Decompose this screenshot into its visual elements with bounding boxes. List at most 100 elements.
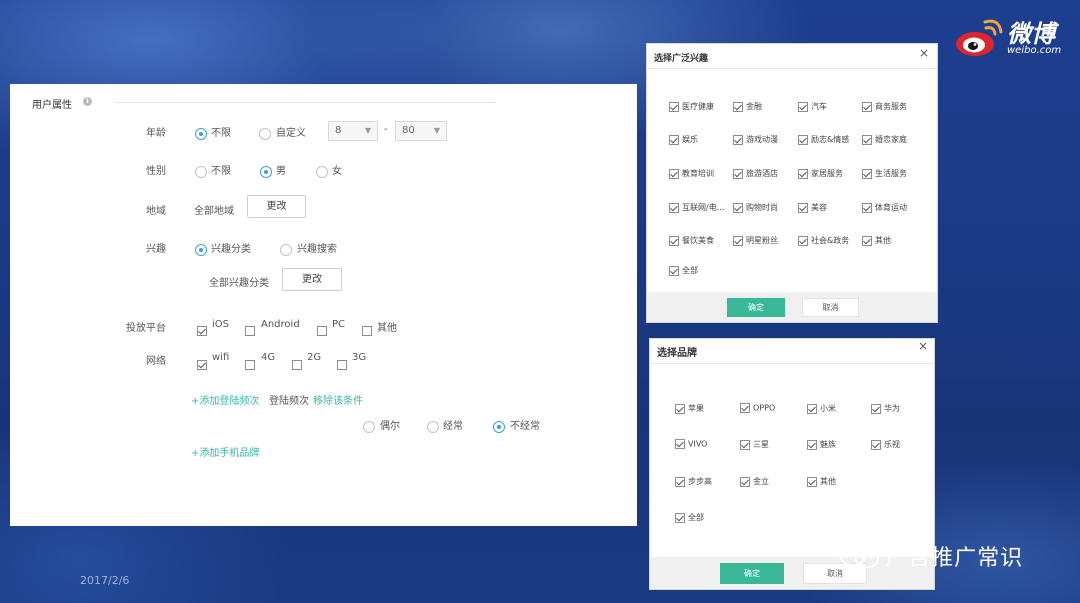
interest-dialog-footer: 确定 取消 — [647, 292, 937, 322]
brand-item[interactable]: 三星 — [740, 439, 769, 450]
interest-cancel-button[interactable]: 取消 — [802, 298, 859, 317]
interest-change-button[interactable]: 更改 — [282, 268, 342, 291]
brand-dialog-divider — [650, 363, 934, 364]
gender-female-label: 女 — [332, 166, 342, 177]
section-divider — [115, 102, 495, 103]
interest-search-label: 兴趣搜索 — [297, 244, 337, 255]
platform-other-label: 其他 — [377, 323, 397, 334]
interest-item[interactable]: 医疗健康 — [669, 101, 714, 112]
gender-unlimited-radio[interactable] — [195, 161, 207, 180]
chevron-down-icon: ▼ — [364, 126, 371, 135]
brand-dialog-title: 选择品牌 — [657, 348, 697, 359]
close-icon[interactable]: × — [918, 339, 928, 353]
age-min-select[interactable]: 8 ▼ — [328, 121, 378, 141]
remove-condition-link[interactable]: 移除该条件 — [313, 392, 363, 407]
brand-item-all[interactable]: 全部 — [675, 512, 704, 523]
close-icon[interactable]: × — [919, 46, 929, 60]
watermark-text: 广告推广常识 — [885, 546, 1024, 571]
interest-item[interactable]: 互联网/电... — [669, 202, 724, 213]
network-label: 网络 — [146, 356, 166, 367]
interest-category-label: 兴趣分类 — [211, 244, 251, 255]
interest-item[interactable]: 汽车 — [798, 101, 827, 112]
brand-item[interactable]: 其他 — [807, 476, 836, 487]
brand-item[interactable]: 乐视 — [871, 439, 900, 450]
platform-other-checkbox[interactable] — [362, 320, 372, 339]
brand-item[interactable]: VIVO — [675, 439, 707, 449]
interest-item[interactable]: 购物时尚 — [733, 202, 778, 213]
login-rare-radio[interactable] — [493, 416, 505, 435]
section-title: 用户属性 — [32, 100, 72, 111]
brand-item[interactable]: 魅族 — [807, 439, 836, 450]
brand-item[interactable]: OPPO — [740, 403, 775, 413]
login-often-label: 经常 — [443, 421, 463, 432]
login-often-radio[interactable] — [427, 416, 439, 435]
age-custom-label: 自定义 — [276, 128, 306, 139]
interest-item[interactable]: 旅游酒店 — [733, 168, 778, 179]
brand-item[interactable]: 苹果 — [675, 403, 704, 414]
login-occasional-label: 偶尔 — [380, 421, 400, 432]
platform-android-label: Android — [261, 319, 300, 330]
platform-pc-checkbox[interactable] — [317, 320, 327, 339]
brand-item[interactable]: 华为 — [871, 403, 900, 414]
age-max-select[interactable]: 80 ▼ — [395, 121, 447, 141]
brand-item[interactable]: 小米 — [807, 403, 836, 414]
interest-item[interactable]: 教育培训 — [669, 168, 714, 179]
interest-item[interactable]: 生活服务 — [862, 168, 907, 179]
interest-item[interactable]: 家居服务 — [798, 168, 843, 179]
slide-date: 2017/2/6 — [80, 574, 130, 587]
interest-item[interactable]: 体育运动 — [862, 202, 907, 213]
platform-label: 投放平台 — [126, 323, 166, 334]
add-login-frequency-link[interactable]: +添加登陆频次 — [191, 392, 259, 407]
login-occasional-radio[interactable] — [363, 416, 375, 435]
region-label: 地域 — [146, 206, 166, 217]
platform-ios-checkbox[interactable] — [197, 320, 207, 339]
interest-ok-button[interactable]: 确定 — [727, 298, 785, 317]
platform-pc-label: PC — [332, 319, 346, 330]
age-unlimited-radio[interactable] — [195, 123, 207, 142]
network-4g-checkbox[interactable] — [245, 354, 255, 373]
network-wifi-label: wifi — [212, 352, 230, 363]
interest-item[interactable]: 社会&政务 — [798, 235, 849, 246]
network-2g-label: 2G — [307, 352, 322, 363]
network-2g-checkbox[interactable] — [292, 354, 302, 373]
interest-item[interactable]: 其他 — [862, 235, 891, 246]
brand-ok-button[interactable]: 确定 — [720, 563, 784, 584]
gender-label: 性别 — [146, 166, 166, 177]
interest-item[interactable]: 婚恋家庭 — [862, 134, 907, 145]
watermark: 广告推广常识 — [838, 540, 1024, 571]
network-3g-checkbox[interactable] — [337, 354, 347, 373]
add-phone-brand-link[interactable]: +添加手机品牌 — [191, 444, 259, 459]
age-unlimited-label: 不限 — [211, 128, 231, 139]
region-change-button[interactable]: 更改 — [247, 195, 306, 218]
interest-item-all[interactable]: 全部 — [669, 265, 698, 276]
interest-item[interactable]: 娱乐 — [669, 134, 698, 145]
interest-item[interactable]: 餐饮美食 — [669, 235, 714, 246]
interest-item[interactable]: 励志&情感 — [798, 134, 849, 145]
interest-item[interactable]: 明星粉丝 — [733, 235, 778, 246]
brand-item[interactable]: 步步高 — [675, 476, 712, 487]
age-custom-radio[interactable] — [259, 123, 271, 142]
login-frequency-label: 登陆频次 — [269, 396, 309, 407]
interest-dialog-divider — [647, 68, 937, 69]
interest-item[interactable]: 游戏动漫 — [733, 134, 778, 145]
info-icon[interactable]: i — [83, 97, 92, 106]
interest-dialog: 选择广泛兴趣 × 医疗健康 金融 汽车 商务服务 娱乐 游戏动漫 励志&情感 婚… — [647, 44, 937, 322]
gender-male-radio[interactable] — [260, 161, 272, 180]
age-max-value: 80 — [402, 125, 415, 136]
platform-android-checkbox[interactable] — [245, 320, 255, 339]
wechat-icon — [839, 544, 879, 569]
network-3g-label: 3G — [352, 352, 367, 363]
interest-category-radio[interactable] — [195, 239, 207, 258]
network-wifi-checkbox[interactable] — [197, 354, 207, 373]
gender-female-radio[interactable] — [316, 161, 328, 180]
age-min-value: 8 — [335, 125, 342, 136]
interest-item[interactable]: 美容 — [798, 202, 827, 213]
brand-item[interactable]: 金立 — [740, 476, 769, 487]
interest-search-radio[interactable] — [280, 239, 292, 258]
gender-unlimited-label: 不限 — [211, 166, 231, 177]
network-4g-label: 4G — [261, 352, 276, 363]
platform-ios-label: iOS — [212, 319, 229, 330]
interest-item[interactable]: 金融 — [733, 101, 762, 112]
interest-item[interactable]: 商务服务 — [862, 101, 907, 112]
user-attributes-panel: 用户属性 i 年龄 不限 自定义 8 ▼ - 80 ▼ 性别 不限 男 女 地域 全… — [10, 84, 637, 526]
